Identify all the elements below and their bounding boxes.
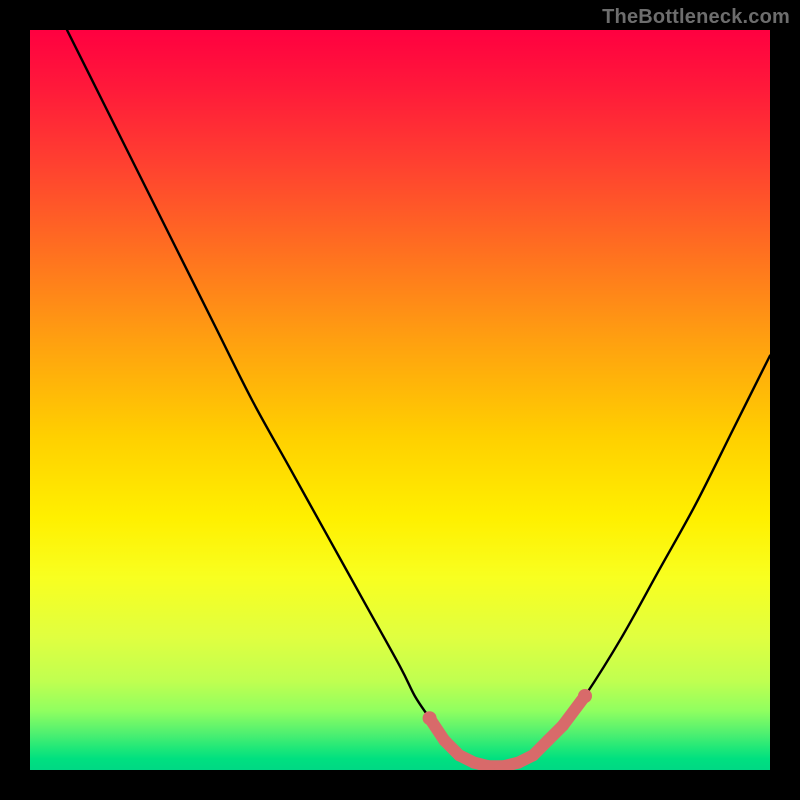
- watermark-text: TheBottleneck.com: [602, 6, 790, 29]
- curve-layer: [30, 30, 770, 770]
- bottleneck-curve: [67, 30, 770, 767]
- valley-marker-dot: [453, 749, 465, 761]
- plot-area: [30, 30, 770, 770]
- valley-marker-dot: [468, 757, 480, 769]
- valley-marker-dot: [512, 757, 524, 769]
- valley-marker-dot: [542, 734, 554, 746]
- valley-marker-dot: [578, 689, 592, 703]
- valley-markers: [423, 689, 592, 770]
- valley-marker-dot: [438, 734, 450, 746]
- chart-frame: TheBottleneck.com: [0, 0, 800, 800]
- valley-marker-dot: [423, 711, 437, 725]
- valley-marker-dot: [527, 749, 539, 761]
- valley-marker-dot: [557, 720, 569, 732]
